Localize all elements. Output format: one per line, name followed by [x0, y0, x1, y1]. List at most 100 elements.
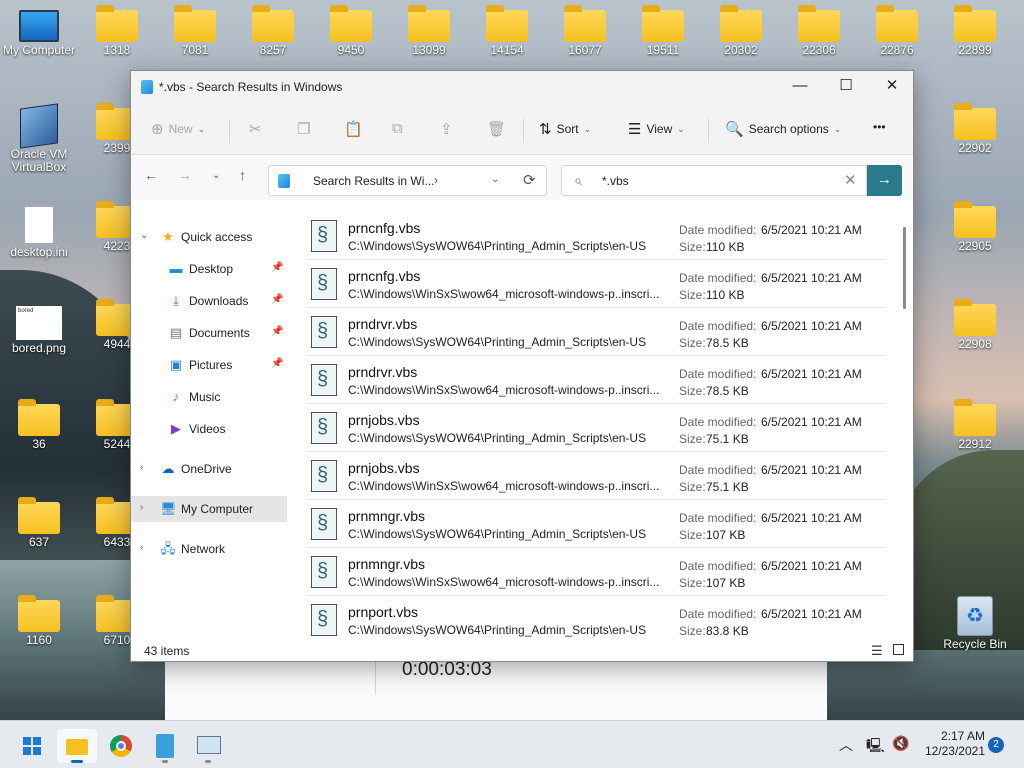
- sort-button[interactable]: ⇅ Sort ⌄: [539, 120, 591, 138]
- sidebar-item-videos[interactable]: ▶ Videos: [131, 416, 287, 442]
- vertical-scrollbar[interactable]: [903, 227, 906, 309]
- file-path: C:\Windows\SysWOW64\Printing_Admin_Scrip…: [348, 527, 647, 541]
- taskbar-notepad[interactable]: [145, 729, 185, 763]
- address-dropdown-icon[interactable]: ⌄: [491, 174, 499, 185]
- volume-muted-icon[interactable]: 🔇: [892, 735, 909, 752]
- sidebar-item-quick-access[interactable]: ⌄ ★ Quick access: [131, 224, 287, 250]
- file-row[interactable]: prnjobs.vbs C:\Windows\SysWOW64\Printing_…: [306, 404, 886, 452]
- sidebar-item-network[interactable]: › 🖧 Network: [131, 536, 287, 562]
- file-row[interactable]: prncnfg.vbs C:\Windows\WinSxS\wow64_micro…: [306, 260, 886, 308]
- desktop-icon-22908[interactable]: 22908: [936, 299, 1014, 351]
- item-count: 43 items: [144, 644, 190, 658]
- large-icons-view-icon[interactable]: [893, 644, 904, 655]
- chevron-right-icon[interactable]: ›: [140, 462, 143, 473]
- view-button[interactable]: ☰ View ⌄: [628, 120, 685, 138]
- file-row[interactable]: prndrvr.vbs C:\Windows\SysWOW64\Printing_…: [306, 308, 886, 356]
- sidebar-item-documents[interactable]: ▤ Documents 📌: [131, 320, 287, 346]
- new-button[interactable]: ⊕ New ⌄: [151, 120, 205, 138]
- title-bar[interactable]: *.vbs - Search Results in Windows — ☐ ✕: [131, 71, 913, 103]
- forward-arrow-icon[interactable]: →: [178, 167, 192, 183]
- command-bar: ⊕ New ⌄ ✂ ❐ 📋 ⧉ ⇪ 🗑 ⇅ Sort ⌄ ☰ View ⌄ 🔍 …: [131, 103, 913, 155]
- rename-button[interactable]: ⧉: [392, 120, 403, 137]
- up-arrow-icon[interactable]: ↑: [239, 167, 246, 183]
- maximize-button[interactable]: ☐: [823, 71, 869, 103]
- desktop-icon-20302[interactable]: 20302: [702, 5, 780, 57]
- desktop-icon-16077[interactable]: 16077: [546, 5, 624, 57]
- sidebar-item-music[interactable]: ♪ Music: [131, 384, 287, 410]
- back-arrow-icon[interactable]: ←: [144, 167, 158, 183]
- desktop-icon-1318[interactable]: 1318: [78, 5, 156, 57]
- desktop-icon-22876[interactable]: 22876: [858, 5, 936, 57]
- desktop-icon-637[interactable]: 637: [0, 497, 78, 549]
- file-row[interactable]: prnmngr.vbs C:\Windows\WinSxS\wow64_micro…: [306, 548, 886, 596]
- desktop-icon-14154[interactable]: 14154: [468, 5, 546, 57]
- sidebar-item-desktop[interactable]: ▬ Desktop 📌: [131, 256, 287, 282]
- search-box[interactable]: ⌕ *.vbs ✕: [561, 165, 867, 196]
- desktop-icon-7081[interactable]: 7081: [156, 5, 234, 57]
- cut-button[interactable]: ✂: [249, 120, 262, 138]
- search-results-icon: [278, 174, 290, 188]
- share-button[interactable]: ⇪: [440, 120, 453, 138]
- desktop-icon-desktop-ini[interactable]: desktop.ini: [0, 206, 78, 259]
- details-view-icon[interactable]: ☰: [871, 643, 883, 659]
- refresh-icon[interactable]: ⟳: [523, 171, 536, 189]
- copy-button[interactable]: ❐: [297, 120, 310, 138]
- file-row[interactable]: prnjobs.vbs C:\Windows\WinSxS\wow64_micro…: [306, 452, 886, 500]
- search-input[interactable]: *.vbs: [602, 174, 629, 188]
- chevron-right-icon[interactable]: ›: [140, 542, 143, 553]
- recent-locations-chevron-icon[interactable]: ⌄: [212, 170, 220, 181]
- computer-icon: 🖥: [160, 501, 177, 516]
- clear-search-icon[interactable]: ✕: [844, 171, 857, 189]
- search-go-button[interactable]: →: [867, 165, 902, 196]
- network-status-icon[interactable]: 🖳: [866, 735, 885, 759]
- sidebar-item-downloads[interactable]: ⤓ Downloads 📌: [131, 288, 287, 314]
- notification-badge[interactable]: 2: [988, 737, 1004, 753]
- close-button[interactable]: ✕: [869, 71, 915, 103]
- file-row[interactable]: prncnfg.vbs C:\Windows\SysWOW64\Printing_…: [306, 212, 886, 260]
- start-button[interactable]: [12, 729, 52, 763]
- desktop-icon-22902[interactable]: 22902: [936, 103, 1014, 155]
- show-hidden-icons-chevron-icon[interactable]: ︿: [839, 735, 853, 755]
- desktop-icon-22912[interactable]: 22912: [936, 399, 1014, 451]
- minimize-button[interactable]: —: [777, 71, 823, 103]
- file-row[interactable]: prndrvr.vbs C:\Windows\WinSxS\wow64_micro…: [306, 356, 886, 404]
- sidebar-item-pictures[interactable]: ▣ Pictures 📌: [131, 352, 287, 378]
- file-name: prnjobs.vbs: [348, 412, 420, 428]
- breadcrumb-chevron-icon[interactable]: ›: [434, 173, 438, 187]
- address-bar[interactable]: Search Results in Wi... › ⌄ ⟳: [268, 165, 547, 196]
- paste-button[interactable]: 📋: [344, 120, 363, 138]
- file-explorer-window[interactable]: *.vbs - Search Results in Windows — ☐ ✕ …: [130, 70, 914, 662]
- taskbar-monitor-app[interactable]: [188, 729, 228, 763]
- timer-window[interactable]: 0:00:03:03: [165, 655, 827, 720]
- chevron-down-icon[interactable]: ⌄: [140, 230, 148, 241]
- sidebar-item-onedrive[interactable]: › ☁ OneDrive: [131, 456, 287, 482]
- desktop-icon-oracle-vm-virtualbox[interactable]: Oracle VM VirtualBox: [0, 103, 78, 174]
- desktop-icon-my-computer[interactable]: My Computer: [0, 10, 78, 57]
- desktop-icon-22905[interactable]: 22905: [936, 201, 1014, 253]
- desktop-icon-19511[interactable]: 19511: [624, 5, 702, 57]
- folder-icon: [954, 201, 996, 238]
- clock[interactable]: 2:17 AM 12/23/2021: [917, 729, 985, 759]
- taskbar-file-explorer[interactable]: [57, 729, 97, 763]
- desktop-icon-bored-png[interactable]: bored bored.png: [0, 306, 78, 355]
- sidebar-item-my-computer[interactable]: › 🖥 My Computer: [131, 496, 287, 522]
- more-options-button[interactable]: •••: [873, 120, 886, 134]
- pin-icon: 📌: [271, 294, 284, 305]
- desktop-icon-13099[interactable]: 13099: [390, 5, 468, 57]
- chevron-right-icon[interactable]: ›: [140, 502, 143, 513]
- desktop-icon-9450[interactable]: 9450: [312, 5, 390, 57]
- navigation-bar: ← → ⌄ ↑ Search Results in Wi... › ⌄ ⟳ ⌕ …: [131, 155, 913, 200]
- file-row[interactable]: prnport.vbs C:\Windows\SysWOW64\Printing_…: [306, 596, 886, 640]
- desktop-icon-1160[interactable]: 1160: [0, 595, 78, 647]
- date-modified-value: 6/5/2021 10:21 AM: [761, 367, 862, 381]
- delete-button[interactable]: 🗑: [487, 120, 506, 138]
- desktop-icon-22899[interactable]: 22899: [936, 5, 1014, 57]
- desktop-icon-22306[interactable]: 22306: [780, 5, 858, 57]
- desktop-icon-36[interactable]: 36: [0, 399, 78, 451]
- desktop-icon-8257[interactable]: 8257: [234, 5, 312, 57]
- desktop-icon-recycle-bin[interactable]: ♻ Recycle Bin: [936, 596, 1014, 651]
- taskbar-chrome[interactable]: [100, 729, 140, 763]
- file-row[interactable]: prnmngr.vbs C:\Windows\SysWOW64\Printing_…: [306, 500, 886, 548]
- desktop-icon-label: 13099: [412, 43, 446, 57]
- search-options-button[interactable]: 🔍 Search options ⌄: [725, 120, 841, 138]
